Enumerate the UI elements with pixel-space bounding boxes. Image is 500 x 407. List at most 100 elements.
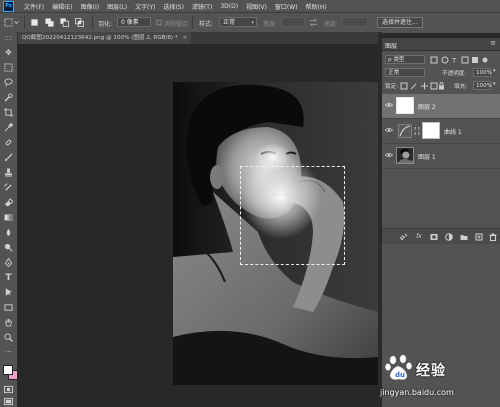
document-tab[interactable]: QQ截图20220412123642.png @ 100% (图层 2, RGB… [18,32,192,44]
baidu-jingyan-watermark: du 经验 jingyan.baidu.com [378,352,500,407]
feather-input[interactable]: 0 像素 [117,17,151,27]
subtract-from-selection-icon[interactable] [60,18,69,27]
layer-name[interactable]: 曲线 1 [444,127,462,136]
path-selection-tool-icon[interactable] [3,287,14,298]
new-layer-icon[interactable] [475,233,483,241]
style-label: 样式: [199,21,214,28]
divider [192,16,193,29]
brush-tool-icon[interactable] [3,152,14,163]
chevron-down-icon[interactable]: ▾ [493,81,496,87]
clone-stamp-tool-icon[interactable] [3,167,14,178]
adjustment-icon[interactable] [445,233,453,241]
chevron-down-icon[interactable] [14,18,19,27]
feather-label: 羽化: [98,21,113,28]
menu-edit[interactable]: 编辑(E) [48,2,76,11]
quick-selection-tool-icon[interactable] [3,92,14,103]
marquee-preset-icon[interactable] [4,18,13,27]
fx-icon[interactable]: fx [415,233,423,241]
screen-mode-icon[interactable] [3,396,14,407]
healing-brush-tool-icon[interactable] [3,137,14,148]
history-brush-tool-icon[interactable] [3,182,14,193]
layer-row-layer-1[interactable]: 图层 1 [382,144,500,169]
layer-thumbnail [396,97,414,114]
quick-mask-icon[interactable] [3,384,14,395]
panel-grip-icon [5,36,12,40]
add-to-selection-icon[interactable] [45,18,54,27]
lock-label: 锁定: [385,84,399,90]
link-icon[interactable] [400,233,408,241]
layer-name[interactable]: 图层 1 [418,152,436,161]
layer-name[interactable]: 图层 2 [418,102,436,111]
mask-icon[interactable] [430,233,438,241]
menu-layer[interactable]: 图层(L) [103,2,131,11]
layers-panel: 图层 ≡ ρ 类型 T 正常 不透明度: 100% ▾ 锁定: 填充: 100% [382,38,500,245]
fill-label: 填充: [454,84,468,90]
layer-kind-filter[interactable]: ρ 类型 [385,55,425,64]
layers-panel-title[interactable]: 图层 [385,41,397,50]
layers-panel-footer: fx [382,228,500,245]
menu-file[interactable]: 文件(F) [20,2,48,11]
menu-type[interactable]: 文字(Y) [131,2,159,11]
eyedropper-tool-icon[interactable] [3,122,14,133]
dodge-tool-icon[interactable] [3,242,14,253]
menu-select[interactable]: 选择(S) [159,2,188,11]
layer-mask-thumbnail[interactable] [422,122,440,139]
marquee-tool-icon[interactable] [3,62,14,73]
swap-arrows-icon[interactable] [309,18,318,27]
new-selection-icon[interactable] [30,18,39,27]
group-icon[interactable] [460,233,468,241]
panel-menu-icon[interactable]: ≡ [490,39,496,47]
layer-filter-icons[interactable]: T [430,56,490,64]
menu-image[interactable]: 图像(I) [77,2,103,11]
move-tool-icon[interactable]: ✥ [3,47,14,58]
menu-help[interactable]: 帮助(H) [302,2,331,11]
lock-options-icons[interactable] [400,82,445,90]
type-tool-icon[interactable]: T [3,272,14,283]
menu-window[interactable]: 窗口(W) [271,2,302,11]
blur-tool-icon[interactable] [3,227,14,238]
document-tab-title: QQ截图20220412123642.png @ 100% (图层 2, RGB… [22,35,178,41]
chevron-down-icon[interactable]: ▾ [493,68,496,74]
eye-icon[interactable] [385,152,393,158]
fill-input[interactable]: 100% [473,81,492,90]
style-select-value: 正常 [223,19,236,26]
foreground-color-swatch-front[interactable] [3,365,13,375]
rectangle-tool-icon[interactable] [3,302,14,313]
link-icon[interactable] [414,127,420,135]
menu-view[interactable]: 视图(V) [242,2,271,11]
zoom-tool-icon[interactable] [3,332,14,343]
lasso-tool-icon[interactable] [3,77,14,88]
width-input[interactable] [281,17,305,27]
intersect-selection-icon[interactable] [75,18,84,27]
menu-3d[interactable]: 3D(D) [216,3,242,10]
layer-row-curves-1[interactable]: 曲线 1 [382,119,500,144]
height-input[interactable] [342,17,368,27]
options-bar: 羽化: 0 像素 消除锯齿 样式: 正常 ▾ 宽度: 高度: 选择并遮住... [0,12,500,34]
trash-icon[interactable] [489,233,497,241]
divider [24,16,25,29]
canvas-area[interactable] [18,44,378,407]
eye-icon[interactable] [385,102,393,108]
checkbox-icon[interactable] [156,18,162,27]
eye-icon[interactable] [385,127,393,133]
style-select[interactable]: 正常 ▾ [219,17,257,27]
gradient-tool-icon[interactable] [3,212,14,223]
blend-row: 正常 不透明度: 100% ▾ [382,67,500,79]
pen-tool-icon[interactable] [3,257,14,268]
marquee-selection[interactable] [240,166,345,265]
eraser-tool-icon[interactable] [3,197,14,208]
crop-tool-icon[interactable] [3,107,14,118]
document-tab-bar: QQ截图20220412123642.png @ 100% (图层 2, RGB… [18,32,378,44]
tools-panel: ✥ T ··· [0,32,18,407]
hand-tool-icon[interactable] [3,317,14,328]
layer-row-layer-2[interactable]: 图层 2 [382,94,500,119]
close-icon[interactable]: × [182,35,187,41]
curves-adjustment-icon [398,124,412,138]
select-and-mask-button[interactable]: 选择并遮住... [377,17,423,28]
photoshop-logo-icon: Ps [3,0,14,12]
opacity-input[interactable]: 100% [473,68,492,77]
chevron-down-icon: ▾ [251,20,254,26]
menu-filter[interactable]: 滤镜(T) [188,2,216,11]
blend-mode-select[interactable]: 正常 [385,68,425,77]
more-tools-icon[interactable]: ··· [3,346,14,357]
